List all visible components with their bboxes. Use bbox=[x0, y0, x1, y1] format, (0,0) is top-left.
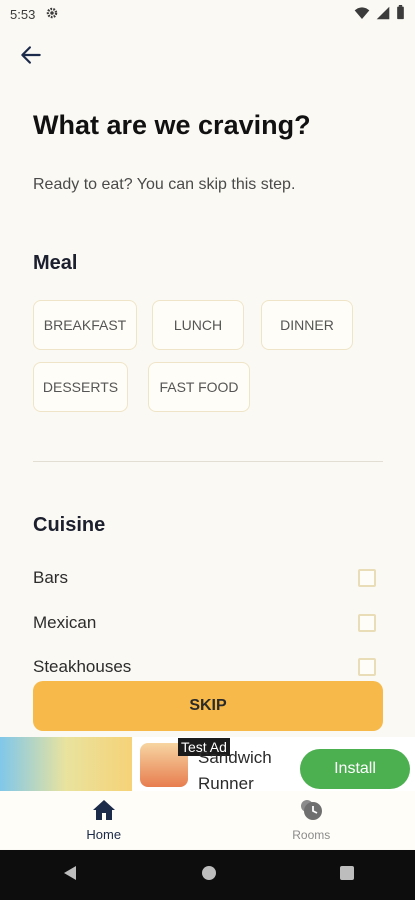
ad-screenshot-image bbox=[0, 737, 132, 791]
cuisine-checkbox[interactable] bbox=[358, 569, 376, 587]
skip-button[interactable]: SKIP bbox=[33, 681, 383, 731]
cuisine-row-steakhouses[interactable]: Steakhouses bbox=[33, 652, 376, 682]
system-navigation-bar bbox=[0, 850, 415, 900]
battery-icon bbox=[396, 5, 405, 23]
settings-gear-icon bbox=[45, 6, 59, 23]
nav-rooms-label: Rooms bbox=[292, 828, 331, 842]
cuisine-row-bars[interactable]: Bars bbox=[33, 563, 376, 593]
status-bar: 5:53 bbox=[0, 0, 415, 28]
install-button[interactable]: Install bbox=[300, 749, 410, 789]
chip-lunch[interactable]: LUNCH bbox=[152, 300, 244, 350]
cuisine-label: Mexican bbox=[33, 613, 97, 632]
ad-banner[interactable]: Test Ad Sandwich Runner Install bbox=[0, 737, 415, 791]
cuisine-row-mexican[interactable]: Mexican bbox=[33, 608, 376, 638]
cuisine-label: Bars bbox=[33, 568, 68, 587]
cuisine-section-title: Cuisine bbox=[33, 514, 106, 536]
nav-rooms[interactable]: Rooms bbox=[208, 791, 415, 849]
bottom-navigation: Home Rooms bbox=[0, 791, 415, 849]
ad-app-name: Sandwich Runner bbox=[198, 748, 272, 791]
page-title: What are we craving? bbox=[33, 110, 311, 140]
chip-desserts[interactable]: DESSERTS bbox=[33, 362, 128, 412]
status-icons bbox=[354, 5, 405, 23]
status-time: 5:53 bbox=[10, 6, 36, 22]
rooms-clock-icon bbox=[298, 798, 324, 825]
section-divider bbox=[33, 461, 383, 462]
home-circle-icon[interactable] bbox=[200, 864, 218, 887]
nav-home-label: Home bbox=[86, 826, 122, 842]
cuisine-checkbox[interactable] bbox=[358, 614, 376, 632]
recents-square-icon[interactable] bbox=[339, 865, 355, 886]
page-subtitle: Ready to eat? You can skip this step. bbox=[33, 176, 296, 193]
back-arrow-icon[interactable] bbox=[18, 42, 44, 68]
signal-icon bbox=[376, 6, 390, 23]
meal-section-title: Meal bbox=[33, 252, 78, 274]
nav-home[interactable]: Home bbox=[0, 791, 208, 849]
back-triangle-icon[interactable] bbox=[61, 864, 79, 887]
chip-breakfast[interactable]: BREAKFAST bbox=[33, 300, 137, 350]
home-icon bbox=[92, 799, 116, 824]
chip-dinner[interactable]: DINNER bbox=[261, 300, 353, 350]
wifi-icon bbox=[354, 6, 370, 23]
chip-fast-food[interactable]: FAST FOOD bbox=[148, 362, 250, 412]
cuisine-checkbox[interactable] bbox=[358, 658, 376, 676]
cuisine-label: Steakhouses bbox=[33, 657, 132, 676]
